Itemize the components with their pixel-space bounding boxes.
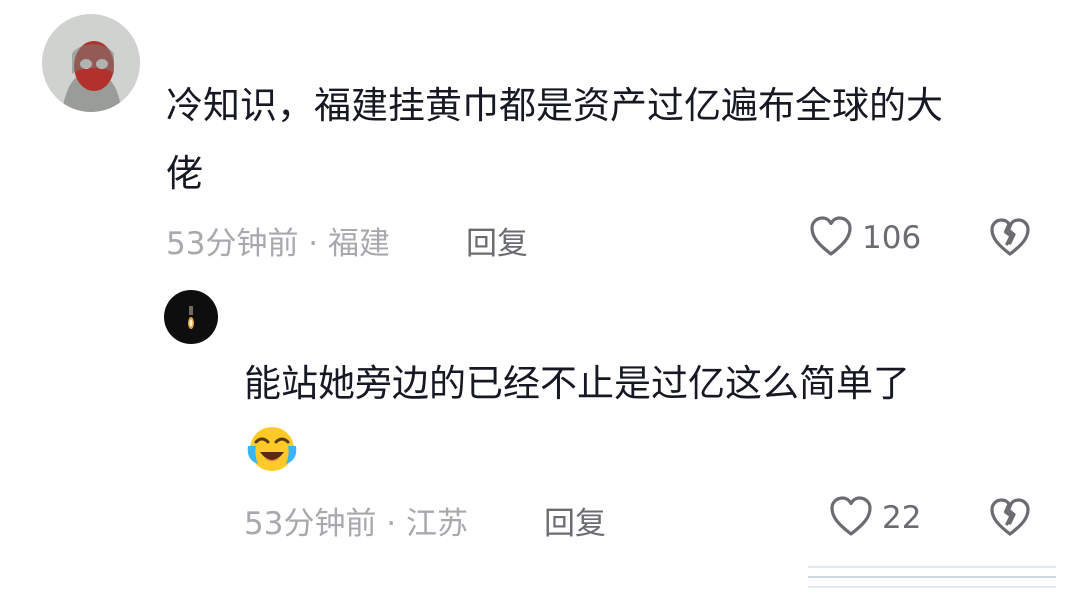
reply-button[interactable]: 回复 <box>544 498 606 543</box>
broken-heart-icon <box>988 218 1032 262</box>
comment-text: 能站她旁边的已经不止是过亿这么简单了 <box>244 350 910 418</box>
heart-outline-icon <box>808 214 854 262</box>
like-button[interactable]: 22 <box>828 494 921 542</box>
comment-timestamp-location: 53分钟前 · 江苏 <box>244 506 469 542</box>
comment-timestamp-location: 53分钟前 · 福建 <box>166 226 391 262</box>
divider <box>808 566 1056 568</box>
comment-text-line: 能站她旁边的已经不止是过亿这么简单了 <box>244 362 910 405</box>
heart-outline-icon <box>828 494 874 542</box>
comment-text-line: 佬 <box>166 152 203 195</box>
avatar[interactable] <box>42 14 140 112</box>
reply-button[interactable]: 回复 <box>466 218 528 263</box>
broken-heart-icon <box>988 498 1032 542</box>
divider <box>808 576 1056 578</box>
comment-text: 冷知识，福建挂黄巾都是资产过亿遍布全球的大 佬 <box>166 72 943 208</box>
like-button[interactable]: 106 <box>808 214 921 262</box>
like-count: 22 <box>882 500 922 536</box>
like-count: 106 <box>862 220 922 256</box>
divider <box>808 586 1056 588</box>
avatar[interactable] <box>164 290 218 344</box>
dislike-button[interactable] <box>988 496 1032 542</box>
crying-laughing-emoji <box>244 422 300 480</box>
comment-text-line: 冷知识，福建挂黄巾都是资产过亿遍布全球的大 <box>166 84 943 127</box>
dislike-button[interactable] <box>988 216 1032 262</box>
